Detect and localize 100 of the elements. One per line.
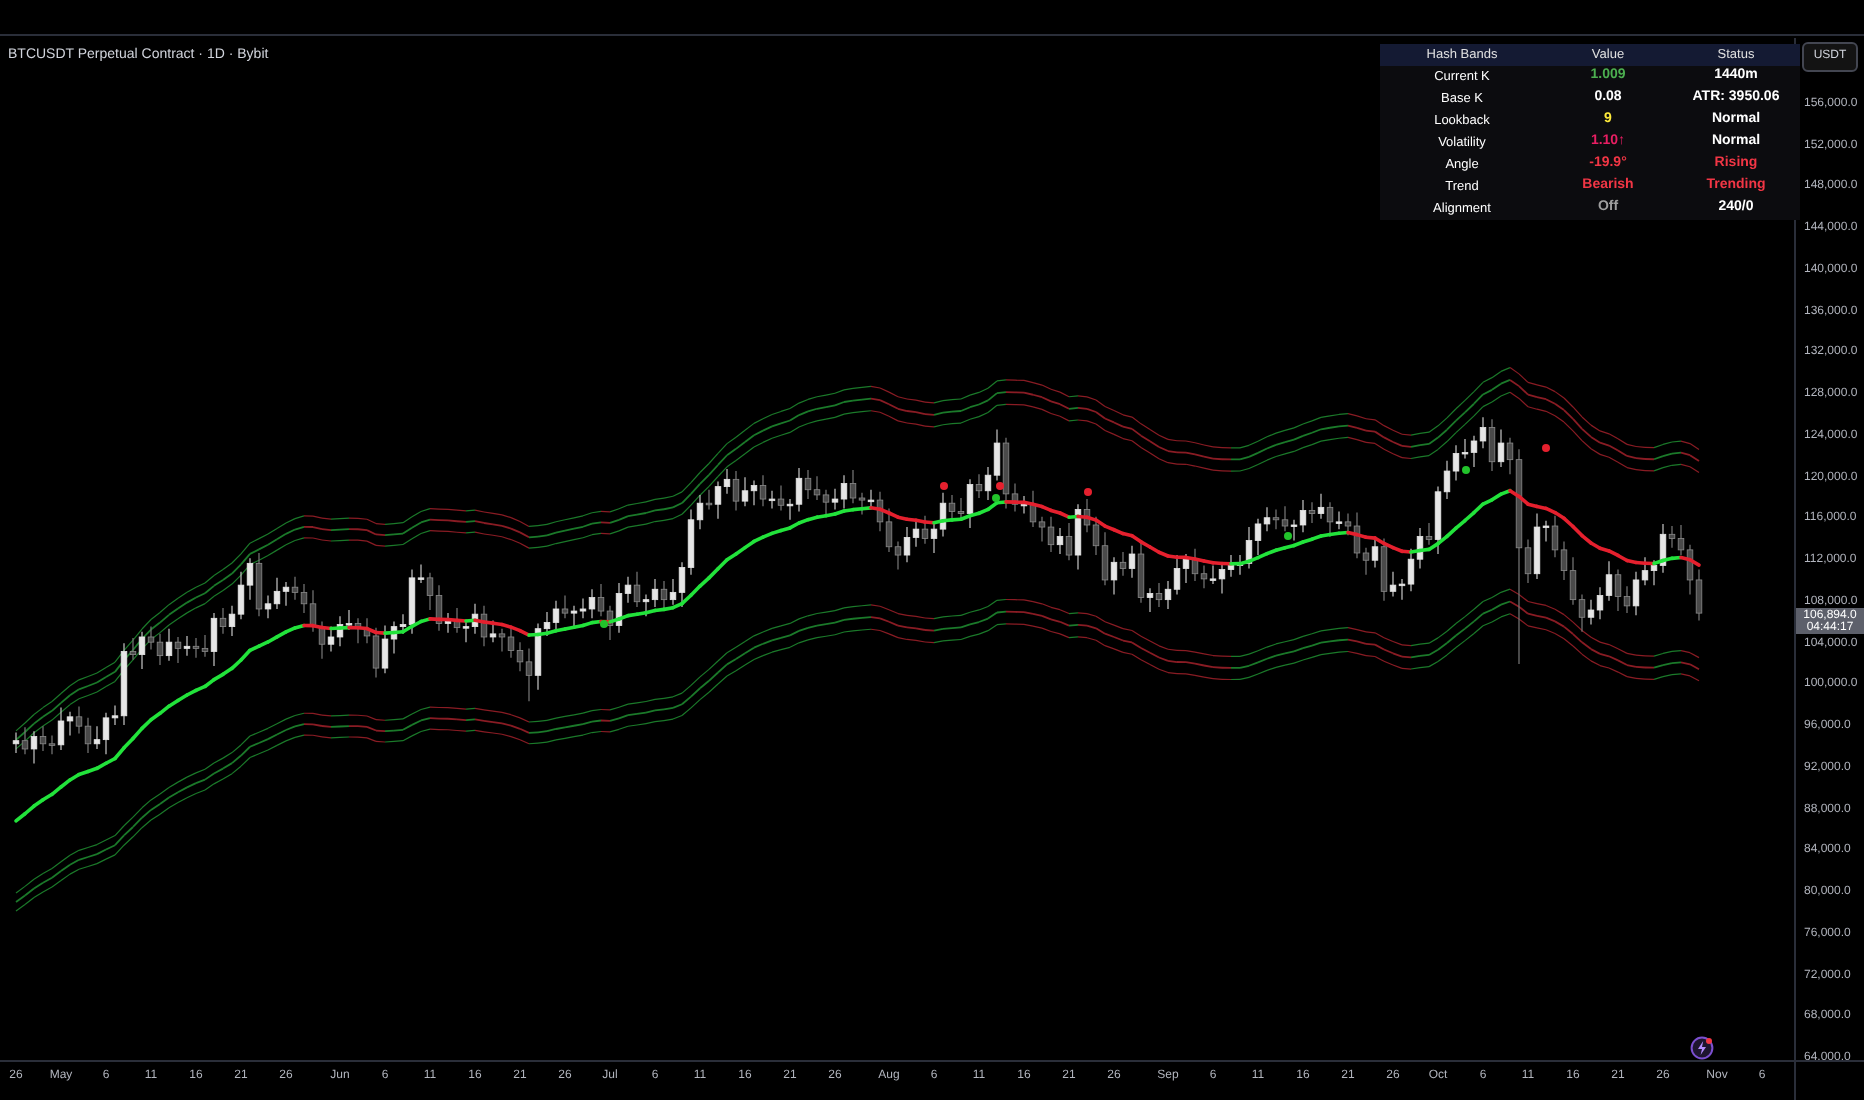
candlestick [1470,435,1478,468]
candlestick [1308,501,1316,524]
candlestick [1587,599,1595,626]
candlestick [1227,554,1235,578]
signal-dot [940,482,948,490]
candlestick [867,489,875,508]
candlestick [1533,512,1541,580]
candlestick [966,478,974,529]
candlestick [201,634,209,658]
candlestick [1254,518,1262,556]
lightning-icon[interactable] [1690,1036,1714,1060]
candlestick [408,568,416,635]
candlestick [1065,522,1073,561]
candlestick [1371,535,1379,569]
candlestick [903,526,911,563]
candlestick [1668,525,1676,549]
candlestick [957,497,965,520]
candlestick [291,576,299,601]
candlestick [813,475,821,501]
candlestick [651,578,659,608]
candlestick [372,627,380,679]
candlestick [1137,539,1145,604]
candlestick [183,635,191,657]
candlestick [822,489,830,518]
candlestick [129,637,137,661]
candlestick [660,580,668,610]
candlestick [912,520,920,548]
candlestick [165,628,173,662]
candlestick [1299,499,1307,533]
candlestick [579,598,587,619]
candlestick [948,494,956,522]
candlestick [732,470,740,512]
candlestick [1146,587,1154,613]
candlestick [1479,416,1487,449]
candlestick [768,490,776,509]
candlestick [93,725,101,750]
candlestick [1380,537,1388,602]
candlestick [156,633,164,666]
candlestick [1047,516,1055,553]
candlestick [975,473,983,499]
candlestick [102,712,110,755]
candlestick [66,711,74,737]
candlestick [57,706,65,751]
candlestick [750,479,758,506]
candlestick [804,469,812,500]
candlestick [237,571,245,620]
candlestick [39,725,47,752]
candlestick [255,552,263,617]
candlestick [759,474,767,507]
candlestick [516,641,524,672]
candlestick [885,507,893,553]
candlestick [1119,551,1127,577]
candlestick [1317,493,1325,520]
candlestick [1182,553,1190,584]
candlestick [588,588,596,619]
candlestick [777,484,785,512]
candlestick [1200,564,1208,589]
candlestick [552,600,560,633]
candlestick [831,488,839,511]
candlestick [795,467,803,513]
candlestick [327,626,335,653]
candlestick [192,637,200,659]
candlestick [282,581,290,607]
candlestick [1425,522,1433,546]
candlestick [264,594,272,619]
candlestick [1632,571,1640,616]
signal-dot [600,620,608,628]
candlestick [1110,556,1118,596]
candlestick [219,607,227,635]
candlestick [741,476,749,507]
candlestick [84,717,92,754]
candlestick [381,624,389,674]
signal-dot [992,494,1000,502]
candlestick [633,571,641,608]
candlestick [642,593,650,617]
candlestick [840,474,848,509]
candlestick [561,594,569,619]
candlestick [525,647,533,702]
signal-dot [996,482,1004,490]
candlestick [174,636,182,664]
candlestick [1488,418,1496,472]
candlestick [1101,531,1109,586]
candlestick [921,515,929,545]
candlestick [1281,505,1289,532]
candlestick [138,631,146,670]
signal-dot [1542,444,1550,452]
candlestick [1128,545,1136,579]
candlestick [507,626,515,659]
candlestick [210,612,218,667]
candlestick [21,726,29,755]
signal-dot [1462,466,1470,474]
candlestick [1272,508,1280,530]
candlestick [1614,568,1622,612]
candlestick [489,619,497,643]
candlestick [30,730,38,765]
candlestick [1497,428,1505,468]
candlestick [714,480,722,520]
signal-dot [1284,532,1292,540]
candlestick [1155,582,1163,608]
candlestick [1389,571,1397,598]
